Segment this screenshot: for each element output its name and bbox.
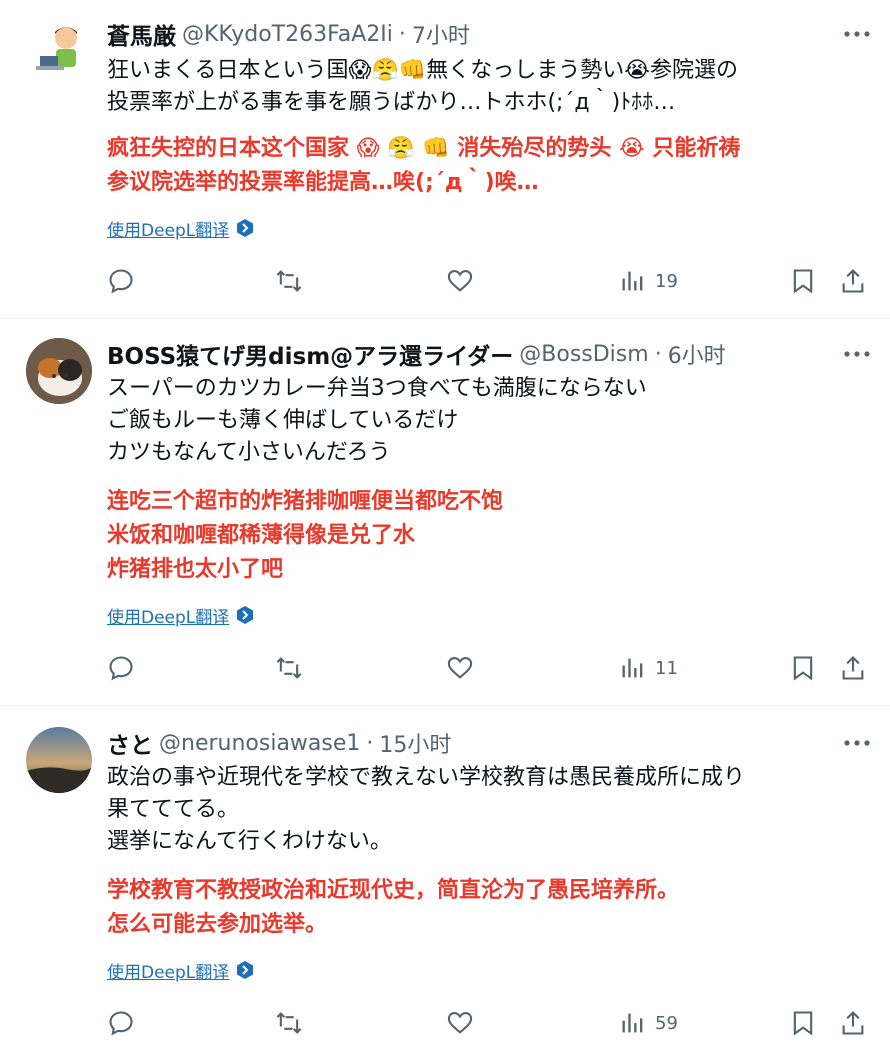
action-bar: 59 [107,1005,869,1041]
retweet-button[interactable] [275,263,303,299]
timestamp[interactable]: 7小时 [412,18,470,50]
text-line: 投票率が上がる事を事を願うばかり…トホホ(;´д｀)ﾄﾎﾎ… [107,90,676,115]
views-button[interactable]: 59 [619,1005,678,1041]
more-icon[interactable] [830,337,870,371]
retweet-icon [276,270,302,292]
views-count: 19 [655,270,678,292]
translation-line: 连吃三个超市的炸猪排咖喱便当都吃不饱 [107,489,504,514]
views-icon [622,658,643,678]
avatar[interactable] [26,18,92,84]
heart-icon [447,270,473,292]
deepl-icon [237,219,254,237]
bookmark-icon [793,269,813,294]
reply-button[interactable] [107,650,135,686]
user-handle[interactable]: @KKydoT263FaA2Ii [182,22,393,47]
separator-dot: · [398,21,406,47]
tweet-header: 蒼馬厳 @KKydoT263FaA2Ii · 7小时 [107,17,870,51]
views-button[interactable]: 19 [619,263,678,299]
translate-row: 使用DeepL翻译 [107,601,255,629]
timestamp[interactable]: 6小时 [668,338,726,370]
tweet-header: BOSS猿てげ男dism@アラ還ライダー @BossDism · 6小时 [107,337,870,371]
more-icon[interactable] [830,726,870,760]
reply-icon [109,656,133,681]
more-icon[interactable] [830,17,870,51]
translation-line: 怎么可能去参加选举。 [107,912,328,937]
action-bar: 11 [107,650,869,686]
retweet-icon [276,657,302,679]
bookmark-icon [793,1011,813,1036]
like-button[interactable] [446,650,474,686]
text-line: 果てててる。 [107,797,240,822]
tweet-3[interactable]: さと @nerunosiawase1 · 15小时 政治の事や近現代を学校で教え… [0,706,890,1048]
tweet-text-original: スーパーのカツカレー弁当3つ食べても満腹にならない ご飯もルーも薄く伸ばしている… [107,373,870,469]
translate-row: 使用DeepL翻译 [107,214,255,242]
like-button[interactable] [446,1005,474,1041]
reply-button[interactable] [107,263,135,299]
reply-icon [109,269,133,294]
tweet-text-original: 狂いまくる日本という国😱😤👊無くなっしまう勢い😭参院選の 投票率が上がる事を事を… [107,55,870,119]
user-handle[interactable]: @BossDism [519,342,648,367]
tweet-text-original: 政治の事や近現代を学校で教えない学校教育は愚民養成所に成り 果てててる。 選挙に… [107,762,870,858]
views-count: 11 [655,657,678,679]
reply-button[interactable] [107,1005,135,1041]
share-icon [842,1011,864,1035]
avatar[interactable] [26,727,92,793]
retweet-button[interactable] [275,650,303,686]
views-button[interactable]: 11 [619,650,678,686]
display-name[interactable]: 蒼馬厳 [107,17,176,51]
text-line: 狂いまくる日本という国😱😤👊無くなっしまう勢い😭参院選の [107,58,738,83]
bookmark-button[interactable] [789,263,817,299]
reply-icon [109,1011,133,1036]
translate-link[interactable]: 使用DeepL翻译 [107,216,229,241]
tweet-text-translation: 学校教育不教授政治和近现代史，简直沦为了愚民培养所。 怎么可能去参加选举。 [107,874,870,942]
text-line: ご飯もルーも薄く伸ばしているだけ [107,408,459,433]
retweet-icon [276,1012,302,1034]
retweet-button[interactable] [275,1005,303,1041]
bookmark-button[interactable] [789,650,817,686]
avatar-photo [26,338,92,404]
translation-line: 参议院选举的投票率能提高…唉(;´д｀)唉… [107,170,539,195]
avatar-illustration [26,18,92,84]
translate-row: 使用DeepL翻译 [107,956,255,984]
tweet-2[interactable]: BOSS猿てげ男dism@アラ還ライダー @BossDism · 6小时 スーパ… [0,319,890,705]
text-line: カツもなんて小さいんだろう [107,440,391,465]
views-icon [622,271,643,291]
display-name[interactable]: さと [107,726,153,760]
timestamp[interactable]: 15小时 [379,727,451,759]
bookmark-button[interactable] [789,1005,817,1041]
separator-dot: · [366,730,374,756]
avatar-photo [26,727,92,793]
text-line: 政治の事や近現代を学校で教えない学校教育は愚民養成所に成り [107,765,746,790]
display-name[interactable]: BOSS猿てげ男dism@アラ還ライダー [107,337,513,371]
bookmark-icon [793,656,813,681]
avatar[interactable] [26,338,92,404]
translation-line: 炸猪排也太小了吧 [107,557,284,582]
tweet-text-translation: 连吃三个超市的炸猪排咖喱便当都吃不饱 米饭和咖喱都稀薄得像是兑了水 炸猪排也太小… [107,485,870,587]
share-button[interactable] [839,263,867,299]
translate-link[interactable]: 使用DeepL翻译 [107,958,229,983]
views-icon [622,1013,643,1033]
translation-line: 疯狂失控的日本这个国家 😱 😤 👊 消失殆尽的势头 😭 只能祈祷 [107,136,741,161]
share-icon [842,656,864,680]
tweet-1[interactable]: 蒼馬厳 @KKydoT263FaA2Ii · 7小时 狂いまくる日本という国😱😤… [0,0,890,318]
text-line: 選挙になんて行くわけない。 [107,829,392,854]
translation-line: 学校教育不教授政治和近现代史，简直沦为了愚民培养所。 [107,878,680,903]
views-count: 59 [655,1012,678,1034]
like-button[interactable] [446,263,474,299]
share-icon [842,269,864,293]
tweet-header: さと @nerunosiawase1 · 15小时 [107,726,870,760]
deepl-icon [237,961,254,979]
heart-icon [447,1012,473,1034]
text-line: スーパーのカツカレー弁当3つ食べても満腹にならない [107,376,647,401]
deepl-icon [237,606,254,624]
translation-line: 米饭和咖喱都稀薄得像是兑了水 [107,523,416,548]
user-handle[interactable]: @nerunosiawase1 [159,731,360,756]
heart-icon [447,657,473,679]
share-button[interactable] [839,650,867,686]
action-bar: 19 [107,263,869,299]
share-button[interactable] [839,1005,867,1041]
tweet-text-translation: 疯狂失控的日本这个国家 😱 😤 👊 消失殆尽的势头 😭 只能祈祷 参议院选举的投… [107,132,870,200]
translate-link[interactable]: 使用DeepL翻译 [107,603,229,628]
separator-dot: · [654,341,662,367]
